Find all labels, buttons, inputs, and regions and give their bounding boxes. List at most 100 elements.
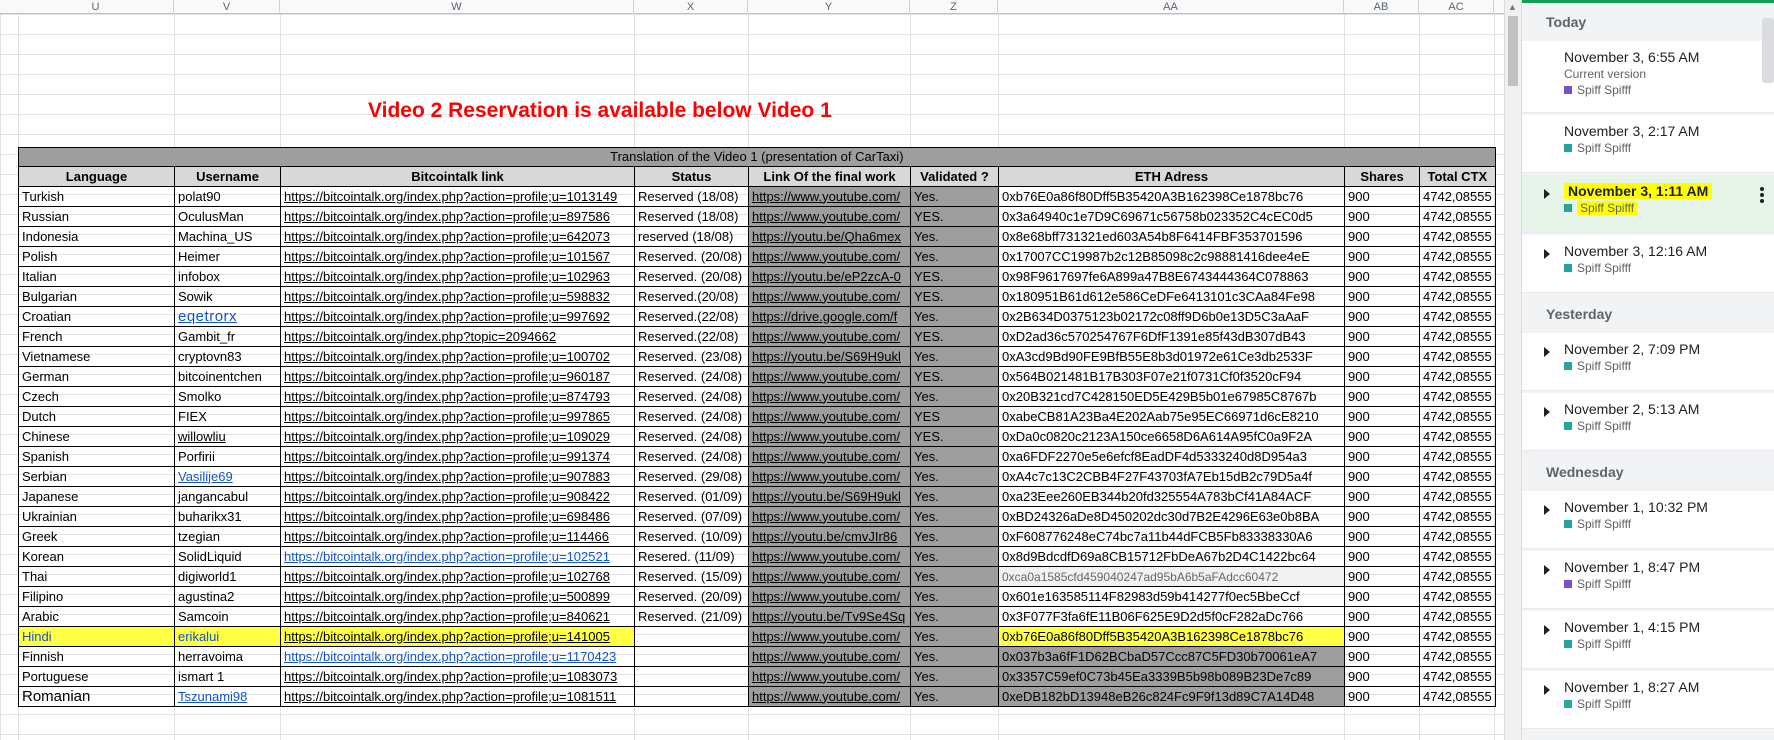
cell-final-work-link[interactable]: https://youtu.be/Tv9Se4Sq bbox=[748, 606, 911, 627]
header-eth-address[interactable]: ETH Adress bbox=[998, 166, 1345, 187]
cell-total-ctx[interactable]: 4742,08555 bbox=[1419, 466, 1496, 487]
cell-language[interactable]: German bbox=[18, 366, 175, 387]
cell-language[interactable]: Spanish bbox=[18, 446, 175, 467]
cell-username[interactable]: tzegian bbox=[174, 526, 281, 547]
cell-eth-address[interactable]: 0xb76E0a86f80Dff5B35420A3B162398Ce1878bc… bbox=[998, 626, 1345, 647]
cell-eth-address[interactable]: 0xD2ad36c570254767F6DfF1391e85f43dB307dB… bbox=[998, 326, 1345, 347]
cell-language[interactable]: Dutch bbox=[18, 406, 175, 427]
cell-username[interactable]: Samcoin bbox=[174, 606, 281, 627]
cell-bitcointalk-link[interactable]: https://bitcointalk.org/index.php?action… bbox=[280, 486, 635, 507]
cell-bitcointalk-link[interactable]: https://bitcointalk.org/index.php?action… bbox=[280, 446, 635, 467]
version-item[interactable]: November 3, 1:11 AM Spiff Spifff bbox=[1522, 175, 1774, 233]
header-validated[interactable]: Validated ? bbox=[910, 166, 999, 187]
cell-shares[interactable]: 900 bbox=[1344, 486, 1420, 507]
cell-final-work-link[interactable]: https://drive.google.com/f bbox=[748, 306, 911, 327]
cell-final-work-link[interactable]: https://www.youtube.com/ bbox=[748, 546, 911, 567]
cell-status[interactable]: Reserved. (24/08) bbox=[634, 406, 749, 427]
cell-status[interactable]: Reserved. (24/08) bbox=[634, 446, 749, 467]
cell-bitcointalk-link[interactable]: https://bitcointalk.org/index.php?action… bbox=[280, 466, 635, 487]
cell-total-ctx[interactable]: 4742,08555 bbox=[1419, 186, 1496, 207]
expand-triangle-icon[interactable] bbox=[1544, 685, 1550, 695]
column-header-ac[interactable]: AC bbox=[1419, 0, 1494, 14]
cell-language[interactable]: Hindi bbox=[18, 626, 175, 647]
cell-bitcointalk-link[interactable]: https://bitcointalk.org/index.php?action… bbox=[280, 526, 635, 547]
cell-total-ctx[interactable]: 4742,08555 bbox=[1419, 646, 1496, 667]
cell-bitcointalk-link[interactable]: https://bitcointalk.org/index.php?action… bbox=[280, 306, 635, 327]
cell-eth-address[interactable]: 0x98F9617697fe6A899a47B8E6743444364C0788… bbox=[998, 266, 1345, 287]
cell-total-ctx[interactable]: 4742,08555 bbox=[1419, 246, 1496, 267]
cell-total-ctx[interactable]: 4742,08555 bbox=[1419, 286, 1496, 307]
cell-final-work-link[interactable]: https://youtu.be/Qha6mex bbox=[748, 226, 911, 247]
cell-language[interactable]: Portuguese bbox=[18, 666, 175, 687]
cell-validated[interactable]: YES. bbox=[910, 266, 999, 287]
cell-eth-address[interactable]: 0xA4c7c13C2CBB4F27F43703fA7Eb15dB2c79D5a… bbox=[998, 466, 1345, 487]
cell-bitcointalk-link[interactable]: https://bitcointalk.org/index.php?action… bbox=[280, 626, 635, 647]
version-item[interactable]: November 3, 6:55 AM Current version Spiff … bbox=[1522, 41, 1774, 113]
cell-final-work-link[interactable]: https://www.youtube.com/ bbox=[748, 646, 911, 667]
cell-validated[interactable]: Yes. bbox=[910, 666, 999, 687]
cell-eth-address[interactable]: 0xA3cd9Bd90FE9BfB55E8b3d01972e61Ce3db253… bbox=[998, 346, 1345, 367]
more-options-icon[interactable] bbox=[1760, 185, 1764, 205]
cell-eth-address[interactable]: 0xBD24326aDe8D450202dc30d7B2E4296E63e0b8… bbox=[998, 506, 1345, 527]
cell-shares[interactable]: 900 bbox=[1344, 566, 1420, 587]
cell-total-ctx[interactable]: 4742,08555 bbox=[1419, 666, 1496, 687]
cell-status[interactable] bbox=[634, 686, 749, 707]
cell-total-ctx[interactable]: 4742,08555 bbox=[1419, 686, 1496, 707]
cell-language[interactable]: Chinese bbox=[18, 426, 175, 447]
cell-shares[interactable]: 900 bbox=[1344, 466, 1420, 487]
cell-total-ctx[interactable]: 4742,08555 bbox=[1419, 526, 1496, 547]
cell-username[interactable]: Smolko bbox=[174, 386, 281, 407]
cell-username[interactable]: OculusMan bbox=[174, 206, 281, 227]
cell-bitcointalk-link[interactable]: https://bitcointalk.org/index.php?topic=… bbox=[280, 326, 635, 347]
column-header-ab[interactable]: AB bbox=[1344, 0, 1419, 14]
cell-bitcointalk-link[interactable]: https://bitcointalk.org/index.php?action… bbox=[280, 346, 635, 367]
cell-total-ctx[interactable]: 4742,08555 bbox=[1419, 386, 1496, 407]
cell-username[interactable]: bitcoinentchen bbox=[174, 366, 281, 387]
cell-status[interactable]: Reserved (18/08) bbox=[634, 206, 749, 227]
cell-shares[interactable]: 900 bbox=[1344, 526, 1420, 547]
cell-status[interactable]: Reserved. (07/09) bbox=[634, 506, 749, 527]
cell-total-ctx[interactable]: 4742,08555 bbox=[1419, 426, 1496, 447]
cell-status[interactable]: Resered. (11/09) bbox=[634, 546, 749, 567]
expand-triangle-icon[interactable] bbox=[1544, 249, 1550, 259]
cell-shares[interactable]: 900 bbox=[1344, 326, 1420, 347]
cell-eth-address[interactable]: 0xeDB182bD13948eB26c824Fc9F9f13d89C7A14D… bbox=[998, 686, 1345, 707]
cell-eth-address[interactable]: 0xb76E0a86f80Dff5B35420A3B162398Ce1878bc… bbox=[998, 186, 1345, 207]
cell-status[interactable]: Reserved. (23/08) bbox=[634, 346, 749, 367]
cell-bitcointalk-link[interactable]: https://bitcointalk.org/index.php?action… bbox=[280, 386, 635, 407]
cell-bitcointalk-link[interactable]: https://bitcointalk.org/index.php?action… bbox=[280, 646, 635, 667]
cell-final-work-link[interactable]: https://www.youtube.com/ bbox=[748, 626, 911, 647]
header-username[interactable]: Username bbox=[174, 166, 281, 187]
column-header-y[interactable]: Y bbox=[748, 0, 910, 14]
cell-status[interactable]: Reserved. (24/08) bbox=[634, 386, 749, 407]
cell-total-ctx[interactable]: 4742,08555 bbox=[1419, 606, 1496, 627]
cell-language[interactable]: Finnish bbox=[18, 646, 175, 667]
cell-final-work-link[interactable]: https://youtu.be/cmvJIr86 bbox=[748, 526, 911, 547]
cell-status[interactable] bbox=[634, 646, 749, 667]
cell-eth-address[interactable]: 0xca0a1585cfd459040247ad95bA6b5aFAdcc604… bbox=[998, 566, 1345, 587]
cell-language[interactable]: Arabic bbox=[18, 606, 175, 627]
cell-username[interactable]: infobox bbox=[174, 266, 281, 287]
cell-eth-address[interactable]: 0xa6FDF2270e5e6efcf8EadDF4d5333240d8D954… bbox=[998, 446, 1345, 467]
cell-validated[interactable]: Yes. bbox=[910, 686, 999, 707]
cell-username[interactable]: digiworld1 bbox=[174, 566, 281, 587]
cell-final-work-link[interactable]: https://www.youtube.com/ bbox=[748, 386, 911, 407]
cell-language[interactable]: Japanese bbox=[18, 486, 175, 507]
cell-status[interactable]: Reserved. (15/09) bbox=[634, 566, 749, 587]
cell-language[interactable]: Filipino bbox=[18, 586, 175, 607]
cell-eth-address[interactable]: 0xa23Eee260EB344b20fd325554A783bCf41A84A… bbox=[998, 486, 1345, 507]
cell-shares[interactable]: 900 bbox=[1344, 206, 1420, 227]
cell-eth-address[interactable]: 0x3a64940c1e7D9C69671c56758b023352C4cEC0… bbox=[998, 206, 1345, 227]
cell-eth-address[interactable]: 0xDa0c0820c2123A150ce6658D6A614A95fC0a9F… bbox=[998, 426, 1345, 447]
cell-final-work-link[interactable]: https://youtu.be/S69H9ukl bbox=[748, 346, 911, 367]
cell-eth-address[interactable]: 0x037b3a6fF1D62BCbaD57Ccc87C5FD30b70061e… bbox=[998, 646, 1345, 667]
header-total-ctx[interactable]: Total CTX bbox=[1419, 166, 1496, 187]
cell-bitcointalk-link[interactable]: https://bitcointalk.org/index.php?action… bbox=[280, 186, 635, 207]
cell-final-work-link[interactable]: https://www.youtube.com/ bbox=[748, 566, 911, 587]
cell-shares[interactable]: 900 bbox=[1344, 506, 1420, 527]
cell-status[interactable]: Reserved. (21/09) bbox=[634, 606, 749, 627]
cell-status[interactable]: Reserved (18/08) bbox=[634, 186, 749, 207]
column-header-x[interactable]: X bbox=[634, 0, 748, 14]
cell-total-ctx[interactable]: 4742,08555 bbox=[1419, 406, 1496, 427]
cell-status[interactable]: reserved (18/08) bbox=[634, 226, 749, 247]
